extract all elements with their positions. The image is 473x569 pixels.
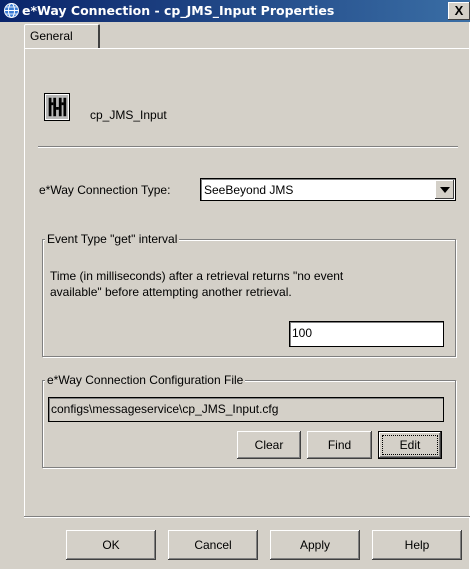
apply-button-label: Apply <box>299 538 331 552</box>
chevron-down-icon[interactable] <box>435 180 454 199</box>
connection-type-label: e*Way Connection Type: <box>39 183 171 197</box>
help-button-label: Help <box>404 538 430 552</box>
clear-button[interactable]: Clear <box>237 431 301 459</box>
cancel-button[interactable]: Cancel <box>168 530 258 560</box>
connection-type-value: SeeBeyond JMS <box>204 183 294 197</box>
ok-button-label: OK <box>102 538 120 552</box>
config-file-legend: e*Way Connection Configuration File <box>45 373 246 387</box>
footer-separator <box>24 516 470 518</box>
tab-general[interactable]: General <box>24 24 100 48</box>
config-file-path: configs\messageservice\cp_JMS_Input.cfg <box>51 402 279 416</box>
edit-button[interactable]: Edit <box>378 431 442 459</box>
connection-type-select[interactable]: SeeBeyond JMS <box>200 178 456 201</box>
apply-button[interactable]: Apply <box>270 530 360 560</box>
properties-dialog: e*Way Connection - cp_JMS_Input Properti… <box>0 0 470 569</box>
tab-general-label: General <box>30 29 73 43</box>
event-interval-legend: Event Type "get" interval <box>45 232 180 246</box>
help-button[interactable]: Help <box>372 530 462 560</box>
connection-icon <box>44 93 70 121</box>
find-button-label: Find <box>327 438 352 452</box>
title-bar[interactable]: e*Way Connection - cp_JMS_Input Properti… <box>0 0 470 22</box>
event-interval-description: Time (in milliseconds) after a retrieval… <box>50 269 344 299</box>
connection-name: cp_JMS_Input <box>90 108 167 122</box>
separator <box>38 146 458 148</box>
event-interval-input[interactable]: 100 <box>289 321 444 347</box>
find-button[interactable]: Find <box>307 431 372 459</box>
window-title: e*Way Connection - cp_JMS_Input Properti… <box>22 3 335 18</box>
event-interval-value: 100 <box>292 326 313 340</box>
clear-button-label: Clear <box>254 438 284 452</box>
edit-button-label: Edit <box>382 435 438 455</box>
cancel-button-label: Cancel <box>194 538 232 552</box>
close-button[interactable]: X <box>448 2 470 20</box>
ok-button[interactable]: OK <box>66 530 156 560</box>
globe-icon <box>4 3 19 18</box>
config-file-path-field[interactable]: configs\messageservice\cp_JMS_Input.cfg <box>48 397 444 422</box>
